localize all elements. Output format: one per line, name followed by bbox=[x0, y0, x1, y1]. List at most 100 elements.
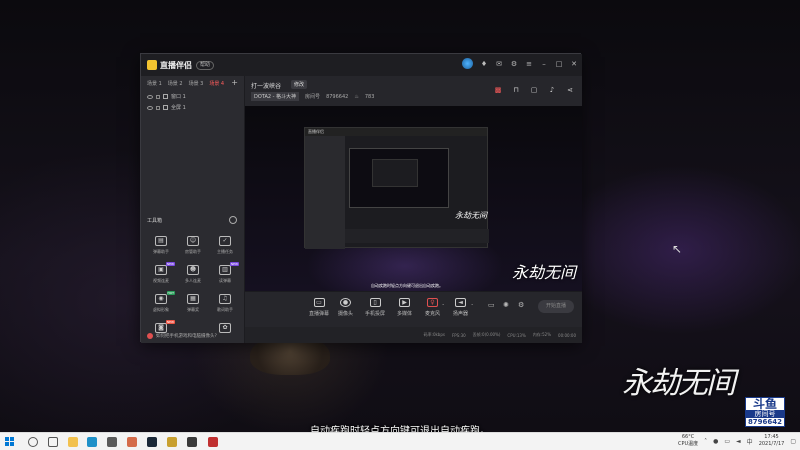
search-icon[interactable] bbox=[28, 437, 38, 447]
tool-read-danmu[interactable]: NEW ▥ 读弹幕 bbox=[209, 262, 241, 284]
clock[interactable]: 17:45 2021/7/17 bbox=[759, 434, 785, 448]
app-tray-icon[interactable]: ● bbox=[713, 438, 718, 445]
status-fps: FPS:30 bbox=[451, 332, 466, 338]
room-category[interactable]: DOTA2 - 格斗大神 bbox=[251, 92, 300, 101]
heat-icon: ♨ bbox=[354, 93, 359, 100]
gift-box-icon[interactable]: ▩ bbox=[494, 86, 502, 94]
media-icon: ▶ bbox=[399, 298, 410, 307]
multimedia-button[interactable]: ▶ 多媒体 bbox=[397, 298, 412, 317]
start-live-button[interactable]: 开始直播 bbox=[538, 300, 574, 313]
phone-cast-button[interactable]: ▯ 手机投屏 bbox=[365, 298, 385, 317]
effects-icon[interactable]: ✺ bbox=[503, 301, 509, 309]
help-tip[interactable]: 如何把手机游戏和电脑摄像头? bbox=[147, 333, 217, 339]
share-icon[interactable]: ⋖ bbox=[566, 86, 574, 94]
tool-gift[interactable]: ✿ bbox=[209, 323, 241, 333]
cpu-temp-widget[interactable]: 66°C CPU温度 bbox=[678, 434, 698, 448]
app-icon-2[interactable] bbox=[187, 437, 197, 447]
windows-start-icon[interactable] bbox=[5, 437, 15, 447]
source-row[interactable]: 窗口 1 bbox=[141, 91, 244, 102]
store-icon[interactable] bbox=[107, 437, 117, 447]
tool-blank bbox=[177, 323, 209, 333]
speaker-button[interactable]: ◄ 扬声器 bbox=[453, 298, 468, 317]
maximize-icon[interactable]: □ bbox=[555, 60, 563, 68]
danmu-screen-icon: ▭ bbox=[313, 298, 325, 307]
edge-icon[interactable] bbox=[87, 437, 97, 447]
danmu-prize-icon: ▦ bbox=[187, 294, 199, 304]
record-icon[interactable]: ▢ bbox=[530, 86, 538, 94]
close-icon[interactable]: ✕ bbox=[570, 60, 578, 68]
help-button[interactable]: 帮助 bbox=[196, 60, 215, 70]
microphone-button[interactable]: ♀ 麦克风 bbox=[425, 298, 440, 317]
language-indicator[interactable]: 中 bbox=[747, 437, 753, 446]
tool-danmu-assistant[interactable]: ▤ 弹幕助手 bbox=[145, 236, 177, 255]
tab-scene-2[interactable]: 场景 2 bbox=[168, 80, 183, 87]
tool-virtual-avatar[interactable]: HOT ◉ 虚拟形象 bbox=[145, 291, 177, 313]
nested-left-panel bbox=[305, 136, 345, 249]
source-label: 窗口 1 bbox=[171, 94, 186, 100]
tool-lyrics[interactable]: ♫ 歌词助手 bbox=[209, 294, 241, 313]
new-badge: NEW bbox=[165, 320, 175, 324]
tab-scene-1[interactable]: 场景 1 bbox=[147, 80, 162, 87]
mic-dropdown-icon[interactable]: · bbox=[442, 301, 444, 309]
network-icon[interactable]: ▭ bbox=[724, 438, 730, 445]
tool-label: 房管助手 bbox=[185, 249, 201, 254]
video-link-icon: ▣ bbox=[155, 265, 167, 275]
stream-preview[interactable]: 直播伴侣 永劫无间 永劫无间 自动疾跑时轻点方向键可退出自动疾跑。 bbox=[245, 106, 582, 291]
nested-inner-window bbox=[372, 159, 418, 187]
edit-room-button[interactable]: 修改 bbox=[291, 80, 308, 89]
visibility-icon[interactable] bbox=[147, 94, 153, 99]
system-tray: 66°C CPU温度 ˄ ● ▭ ◄ 中 17:45 2021/7/17 ▢ bbox=[678, 434, 796, 448]
fullscreen-source-icon bbox=[163, 105, 168, 110]
tool-streamer-task[interactable]: ✓ 主播任务 bbox=[209, 236, 241, 255]
bell-icon[interactable]: ♪ bbox=[548, 86, 556, 94]
user-avatar[interactable] bbox=[462, 58, 473, 69]
chevron-up-icon[interactable]: ˄ bbox=[704, 438, 707, 445]
tool-label: 歌词助手 bbox=[217, 307, 233, 312]
app-icon[interactable] bbox=[127, 437, 137, 447]
tool-multi-link[interactable]: ☻ 多人连麦 bbox=[177, 265, 209, 284]
mouse-cursor-icon: ↖ bbox=[672, 242, 683, 256]
source-row[interactable]: 全屏 1 bbox=[141, 102, 244, 113]
room-header: 打一波峡谷 修改 DOTA2 - 格斗大神 房间号 8796642 ♨ 783 … bbox=[245, 76, 582, 106]
preview-caption: 自动疾跑时轻点方向键可退出自动疾跑。 bbox=[371, 283, 443, 288]
notification-icon[interactable]: ▢ bbox=[790, 438, 796, 445]
live-companion-icon[interactable] bbox=[208, 437, 218, 447]
room-meta: DOTA2 - 格斗大神 房间号 8796642 ♨ 783 bbox=[251, 92, 374, 101]
tool-danmu-prize[interactable]: ▦ 弹幕奖 bbox=[177, 294, 209, 313]
tab-scene-3[interactable]: 场景 3 bbox=[189, 80, 204, 87]
status-bitrate: 码率:0kbps bbox=[423, 332, 445, 337]
menu-icon[interactable]: ≡ bbox=[525, 60, 533, 68]
steam-icon[interactable] bbox=[147, 437, 157, 447]
add-scene-button[interactable]: + bbox=[231, 79, 238, 87]
tool-video-link[interactable]: NEW ▣ 视频连麦 bbox=[145, 262, 177, 284]
speaker-dropdown-icon[interactable]: · bbox=[471, 301, 473, 309]
tip-icon bbox=[147, 333, 153, 339]
settings-gear-icon[interactable]: ⚙ bbox=[518, 301, 524, 309]
minimize-icon[interactable]: – bbox=[540, 60, 548, 68]
shirt-icon[interactable]: ♦ bbox=[480, 60, 488, 68]
lock-icon[interactable] bbox=[156, 105, 160, 110]
control-label: 直播弹幕 bbox=[309, 311, 330, 317]
game-icon[interactable] bbox=[167, 437, 177, 447]
visibility-icon[interactable] bbox=[147, 105, 153, 110]
live-danmu-button[interactable]: ▭ 直播弹幕 bbox=[309, 298, 329, 317]
tool-room-admin[interactable]: ☺ 房管助手 bbox=[177, 236, 209, 255]
toolbox-more-icon[interactable] bbox=[229, 216, 237, 224]
lock-icon[interactable]: ⊓ bbox=[512, 86, 520, 94]
task-view-icon[interactable] bbox=[48, 437, 58, 447]
mail-icon[interactable]: ✉ bbox=[495, 60, 503, 68]
tool-camera[interactable]: NEW ◙ bbox=[145, 320, 177, 333]
danmu-icon: ▤ bbox=[155, 236, 167, 246]
speaker-icon: ◄ bbox=[455, 298, 466, 307]
cpu-temp: 66°C bbox=[681, 434, 695, 440]
room-id-label: 房间号 bbox=[305, 94, 321, 100]
lock-icon[interactable] bbox=[156, 94, 160, 99]
file-explorer-icon[interactable] bbox=[68, 437, 78, 447]
tab-scene-4[interactable]: 场景 4 bbox=[209, 80, 224, 87]
settings-icon[interactable]: ⚙ bbox=[510, 60, 518, 68]
phone-cast-icon: ▯ bbox=[369, 298, 381, 307]
room-id: 8796642 bbox=[326, 93, 349, 100]
volume-icon[interactable]: ◄ bbox=[736, 438, 741, 445]
record-video-icon[interactable]: ▭ bbox=[488, 301, 495, 309]
camera-button[interactable]: ● 摄像头 bbox=[338, 298, 353, 317]
